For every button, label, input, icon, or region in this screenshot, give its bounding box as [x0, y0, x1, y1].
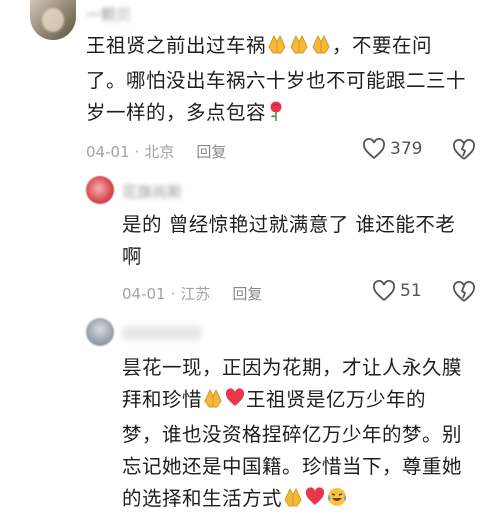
comment-line: 昙花一现，正因为花期，才让人永久膜 [122, 356, 463, 379]
comment-date: 04-01 [86, 142, 130, 161]
pray-emoji-icon [288, 33, 310, 65]
red-heart-emoji-icon [224, 387, 246, 419]
comment-line: 岁一样的，多点包容 [86, 97, 486, 132]
avatar[interactable] [86, 176, 114, 204]
comment-line: 忘记她还是中国籍。珍惜当下，尊重她 [122, 455, 463, 478]
pray-emoji-icon [266, 33, 288, 65]
comment-location: 江苏 [180, 285, 211, 303]
broken-heart-icon [452, 281, 476, 307]
comment-line: 拜和珍惜 王祖贤是亿万少年的 [122, 384, 492, 419]
comment-author-blurred[interactable] [122, 326, 202, 340]
comment-line: 的选择和生活方式 [122, 483, 492, 518]
pray-emoji-icon [310, 33, 332, 65]
like-button[interactable]: 379 [362, 138, 422, 160]
heart-outline-icon [372, 280, 396, 302]
pray-emoji-icon [282, 486, 304, 518]
comment-line: 了。哪怕没出车祸六十岁也不可能跟二三十 [86, 69, 467, 92]
laughing-tears-emoji-icon [326, 486, 348, 518]
comment-line: 王祖贤之前出过车祸 ，不要在问 [86, 30, 486, 65]
comment-author[interactable]: 一颗贝 [86, 4, 131, 25]
avatar[interactable] [86, 318, 114, 346]
comment-location: 北京 [144, 143, 175, 161]
comment-body: 王祖贤之前出过车祸 ，不要在问 了。哪怕没出车祸六十岁也不可能跟二三十 岁一样的，… [86, 30, 486, 132]
pray-emoji-icon [202, 387, 224, 419]
broken-heart-icon [452, 139, 476, 165]
red-heart-emoji-icon [304, 486, 326, 518]
comment-body: 是的 曾经惊艳过就满意了 谁还能不老 啊 [122, 209, 482, 273]
comment-line: 啊 [122, 245, 143, 268]
rose-emoji-icon [266, 100, 286, 132]
dislike-button[interactable] [452, 139, 476, 165]
comment-meta: 04-01 · 江苏 回复 [122, 283, 263, 304]
comment-line: 梦，谁也没资格捏碎亿万少年的梦。别 [122, 423, 463, 446]
reply-button[interactable]: 回复 [196, 141, 226, 162]
comment-date: 04-01 [122, 284, 166, 303]
like-count: 51 [400, 281, 422, 301]
heart-outline-icon [362, 138, 386, 160]
avatar[interactable] [30, 0, 76, 40]
comment-line: 是的 曾经惊艳过就满意了 谁还能不老 [122, 213, 456, 236]
comment-body: 昙花一现，正因为花期，才让人永久膜 拜和珍惜 王祖贤是亿万少年的 梦，谁也没资格捏… [122, 352, 492, 518]
dislike-button[interactable] [452, 281, 476, 307]
comment-author[interactable]: 花旗尚斯 [122, 181, 182, 202]
reply-button[interactable]: 回复 [232, 283, 262, 304]
like-count: 379 [390, 139, 423, 159]
comment-meta: 04-01 · 北京 回复 [86, 141, 227, 162]
like-button[interactable]: 51 [372, 280, 422, 302]
